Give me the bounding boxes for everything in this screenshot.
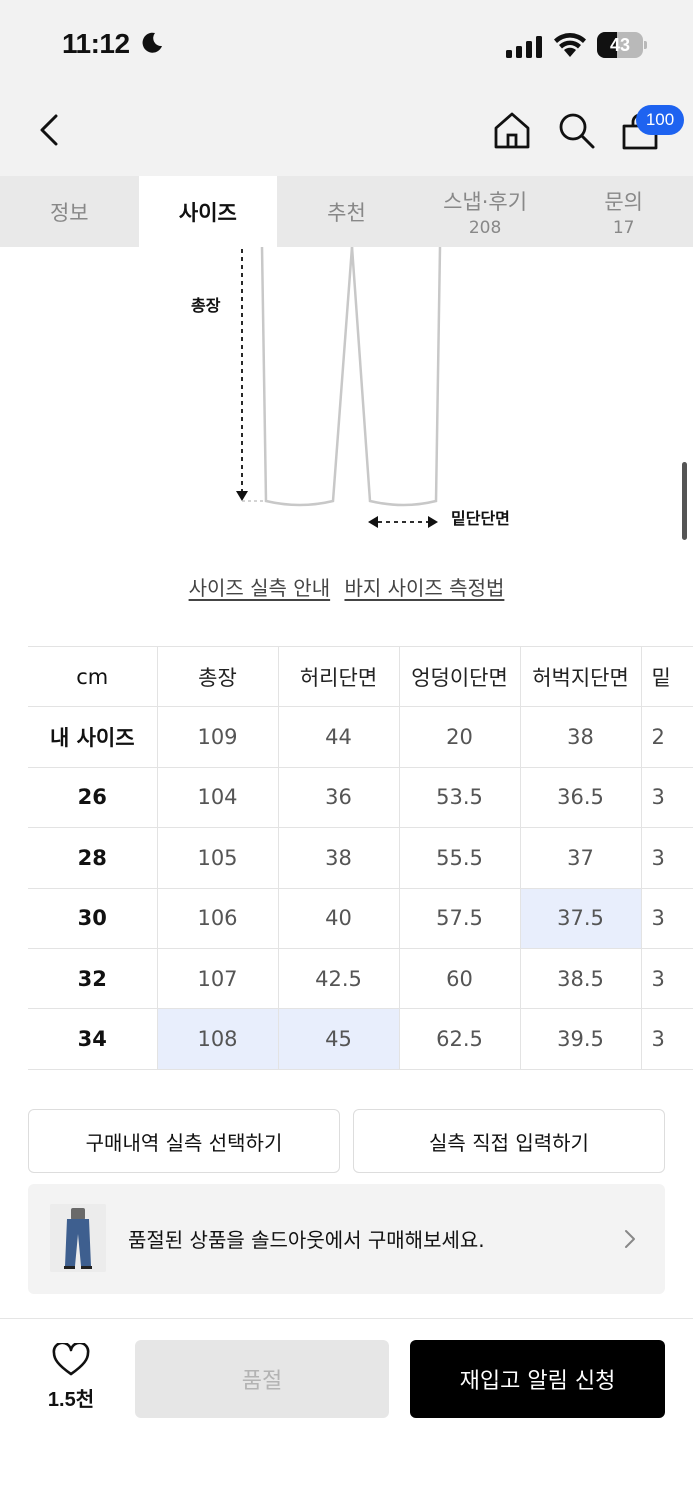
tab-label: 문의	[604, 189, 643, 214]
tab-label: 추천	[327, 200, 366, 225]
tab-label: 스냅·후기	[443, 189, 528, 214]
table-cell: 20	[398, 706, 521, 768]
row-label: 내 사이즈	[28, 706, 158, 768]
row-label: 32	[28, 947, 158, 1010]
moon-icon	[142, 32, 162, 53]
row-label: 30	[28, 887, 158, 949]
table-cell: 3	[640, 766, 693, 829]
chevron-right-icon	[625, 1230, 635, 1248]
table-cell: 38.5	[519, 947, 642, 1010]
table-cell: 37	[519, 827, 642, 889]
table-cell: 53.5	[398, 766, 521, 829]
back-icon[interactable]	[34, 112, 66, 148]
size-guide-link[interactable]: 사이즈 실측 안내	[189, 576, 331, 600]
soldout-banner[interactable]: 품절된 상품을 솔드아웃에서 구매해보세요.	[28, 1184, 665, 1294]
table-cell: 2	[640, 706, 693, 768]
row-label: 28	[28, 827, 158, 889]
scrollbar[interactable]	[682, 462, 687, 540]
measure-guide-link[interactable]: 바지 사이즈 측정법	[344, 576, 504, 600]
product-tabs: 정보 사이즈 추천 스냅·후기 208 문의 17	[0, 176, 693, 247]
table-cell: 3	[640, 947, 693, 1010]
bottom-action-bar: 1.5천 품절 재입고 알림 신청	[0, 1318, 693, 1500]
table-header-row: cm 총장 허리단면 엉덩이단면 허벅지단면 밑	[28, 645, 693, 708]
table-cell: 38	[519, 706, 642, 768]
tab-label: 정보	[49, 200, 89, 225]
battery-percent: 43	[609, 35, 631, 55]
table-cell: 39.5	[519, 1008, 642, 1070]
tab-count: 17	[612, 217, 635, 238]
table-cell-highlighted: 45	[277, 1008, 400, 1070]
diagram-label-total-length: 총장	[191, 296, 221, 315]
row-label: 34	[28, 1008, 158, 1070]
table-cell: 104	[156, 766, 279, 829]
manual-measurement-input-button[interactable]: 실측 직접 입력하기	[353, 1109, 665, 1173]
table-cell: 55.5	[398, 827, 521, 889]
table-cell: 106	[156, 887, 279, 949]
diagram-label-hem-width: 밑단단면	[451, 509, 510, 528]
table-cell: 38	[277, 827, 400, 889]
tab-label: 사이즈	[178, 200, 237, 225]
cart-count-badge: 100	[636, 105, 684, 135]
cellular-signal-icon	[506, 36, 542, 58]
tab-inquiry[interactable]: 문의 17	[554, 176, 693, 247]
table-header: 허벅지단면	[519, 645, 642, 708]
battery-icon: 43	[597, 32, 647, 58]
table-header: cm	[28, 645, 158, 708]
table-cell: 36	[277, 766, 400, 829]
table-cell-highlighted: 108	[156, 1008, 279, 1070]
table-header: 밑	[640, 645, 693, 708]
table-row: 내 사이즈 109 44 20 38 2	[28, 706, 693, 768]
table-header: 총장	[156, 645, 279, 708]
restock-alert-button[interactable]: 재입고 알림 신청	[410, 1340, 665, 1418]
table-cell: 57.5	[398, 887, 521, 949]
size-guide-links: 사이즈 실측 안내 바지 사이즈 측정법	[0, 572, 693, 601]
table-row: 32 107 42.5 60 38.5 3	[28, 947, 693, 1010]
table-cell: 44	[277, 706, 400, 768]
table-row: 26 104 36 53.5 36.5 3	[28, 766, 693, 829]
status-bar: 11:12 43	[0, 0, 693, 92]
table-cell: 40	[277, 887, 400, 949]
soldout-button: 품절	[135, 1340, 389, 1418]
table-cell: 109	[156, 706, 279, 768]
table-row: 34 108 45 62.5 39.5 3	[28, 1008, 693, 1070]
heart-icon	[52, 1343, 90, 1376]
table-row: 30 106 40 57.5 37.5 3	[28, 887, 693, 949]
table-row: 28 105 38 55.5 37 3	[28, 827, 693, 889]
table-cell: 3	[640, 887, 693, 949]
size-table: cm 총장 허리단면 엉덩이단면 허벅지단면 밑 내 사이즈 109 44 20…	[28, 645, 693, 1070]
like-button[interactable]: 1.5천	[40, 1343, 102, 1412]
select-purchase-measurement-button[interactable]: 구매내역 실측 선택하기	[28, 1109, 340, 1173]
table-cell: 3	[640, 1008, 693, 1070]
app-header: 100	[0, 92, 693, 176]
row-label: 26	[28, 766, 158, 829]
tab-size[interactable]: 사이즈	[138, 176, 278, 247]
product-thumbnail	[50, 1204, 106, 1272]
table-header: 허리단면	[277, 645, 400, 708]
tab-count: 208	[468, 217, 502, 238]
wifi-icon	[554, 33, 586, 57]
table-cell: 36.5	[519, 766, 642, 829]
table-cell: 60	[398, 947, 521, 1010]
table-cell-highlighted: 37.5	[519, 887, 642, 949]
table-cell: 107	[156, 947, 279, 1010]
soldout-banner-text: 품절된 상품을 솔드아웃에서 구매해보세요.	[128, 1228, 485, 1252]
home-icon[interactable]	[492, 110, 532, 150]
tab-snap-review[interactable]: 스냅·후기 208	[416, 176, 555, 247]
table-cell: 62.5	[398, 1008, 521, 1070]
pants-measurement-diagram	[236, 247, 442, 528]
tab-info[interactable]: 정보	[0, 176, 139, 247]
tab-recommend[interactable]: 추천	[277, 176, 416, 247]
table-header: 엉덩이단면	[398, 645, 521, 708]
status-time: 11:12	[62, 28, 130, 59]
table-cell: 42.5	[277, 947, 400, 1010]
search-icon[interactable]	[556, 110, 596, 150]
table-cell: 105	[156, 827, 279, 889]
like-count: 1.5천	[47, 1389, 95, 1411]
measurement-actions: 구매내역 실측 선택하기 실측 직접 입력하기	[28, 1109, 665, 1173]
table-cell: 3	[640, 827, 693, 889]
